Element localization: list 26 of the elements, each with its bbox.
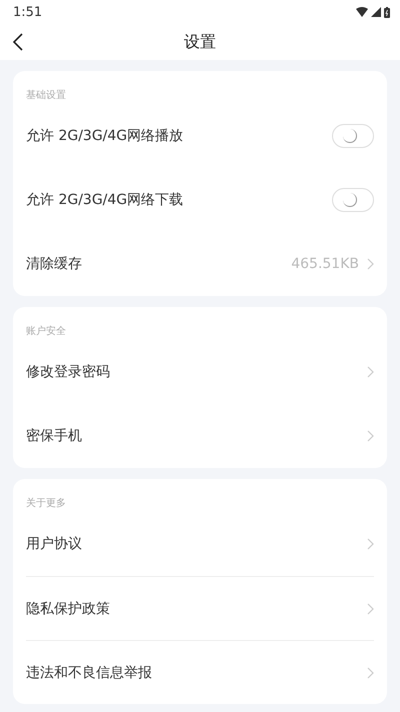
- cache-size: 465.51KB: [291, 256, 359, 272]
- section-label: 账户安全: [26, 324, 67, 339]
- toggle-switch[interactable]: [332, 188, 374, 212]
- back-icon[interactable]: [12, 33, 24, 51]
- chevron-right-icon: [367, 666, 374, 678]
- setting-label[interactable]: 允许 2G/3G/4G网络播放: [26, 127, 184, 145]
- setting-label[interactable]: 允许 2G/3G/4G网络下载: [26, 191, 184, 209]
- setting-label[interactable]: 密保手机: [26, 427, 82, 445]
- chevron-right-icon: [367, 538, 374, 550]
- chevron-right-icon: [367, 258, 374, 270]
- setting-label[interactable]: 用户协议: [26, 535, 82, 553]
- chevron-right-icon: [367, 430, 374, 442]
- chevron-right-icon: [367, 602, 374, 614]
- section-label: 关于更多: [26, 496, 67, 511]
- setting-label[interactable]: 修改登录密码: [26, 363, 110, 381]
- status-time: 1:51: [13, 4, 42, 20]
- page-title: 设置: [184, 32, 216, 52]
- setting-label[interactable]: 清除缓存: [26, 255, 82, 273]
- section-label: 基础设置: [26, 88, 67, 103]
- battery-icon: [384, 6, 390, 18]
- setting-label[interactable]: 隐私保护政策: [26, 600, 110, 618]
- chevron-right-icon: [367, 366, 374, 378]
- toggle-switch[interactable]: [332, 124, 374, 148]
- setting-label[interactable]: 违法和不良信息举报: [26, 664, 152, 682]
- wifi-icon: [356, 7, 368, 17]
- signal-icon: [371, 7, 381, 17]
